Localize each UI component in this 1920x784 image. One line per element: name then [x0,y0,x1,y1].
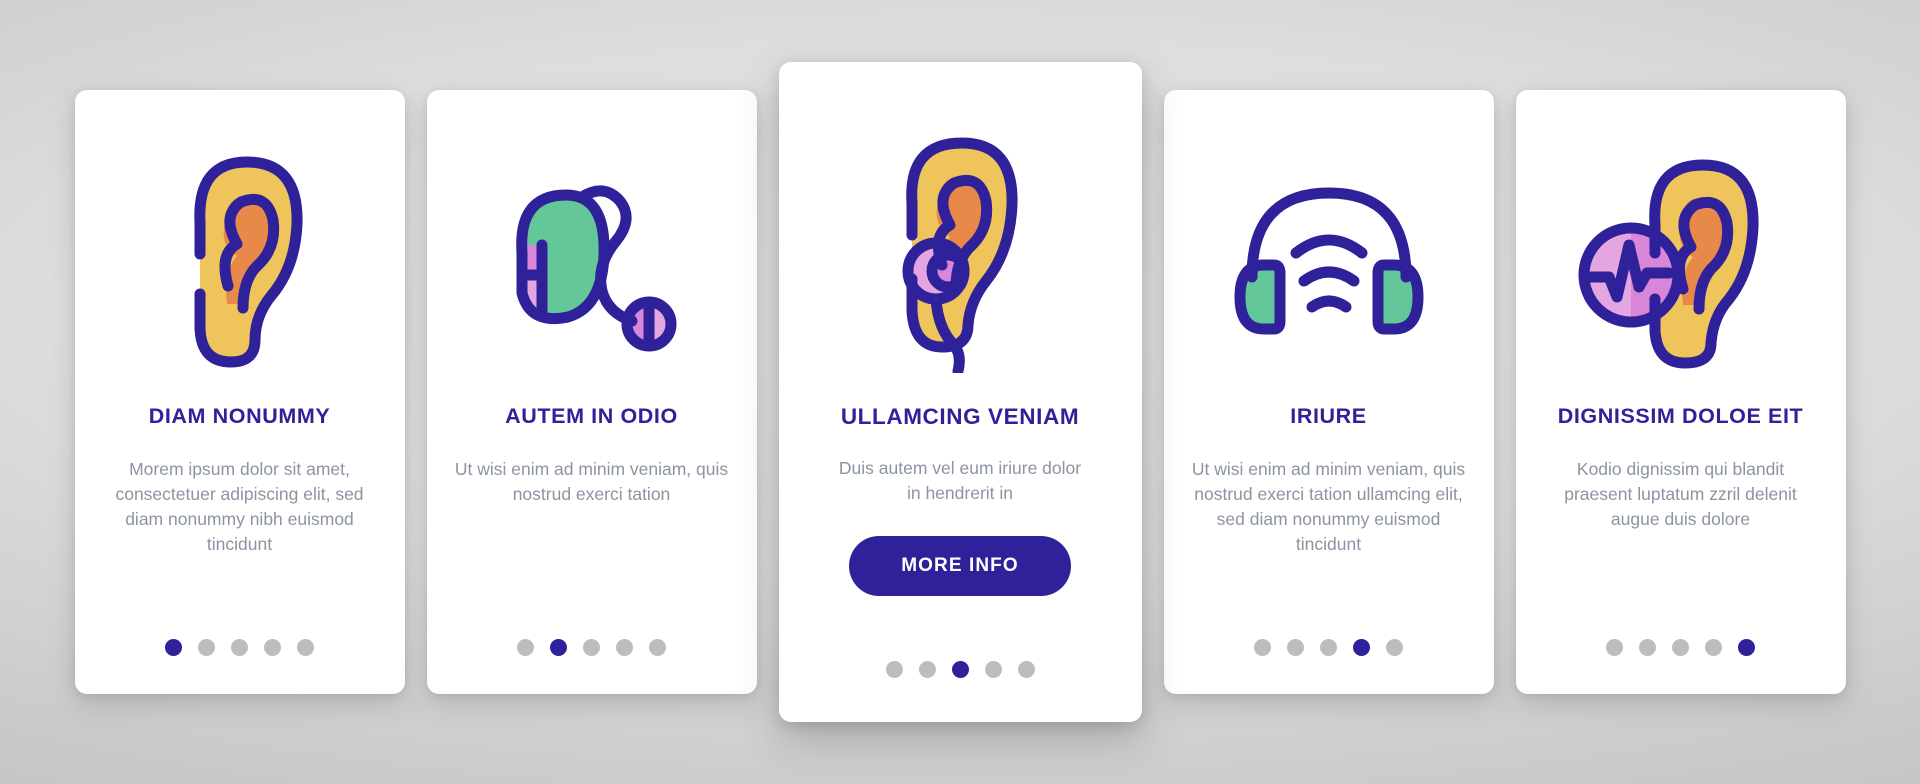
page-dot-4[interactable] [1705,639,1722,656]
page-dot-5[interactable] [1738,639,1755,656]
card-body: Duis autem vel eum iriure dolor in hendr… [838,458,1082,503]
page-dot-4[interactable] [984,661,1002,678]
card-title: ULLAMCING VENIAM [840,404,1080,429]
page-dot-3[interactable] [1672,639,1689,656]
card-body: Kodio dignissim qui blandit praesent lup… [1564,459,1797,529]
page-dot-1[interactable] [1254,639,1271,656]
page-dot-4[interactable] [264,639,281,656]
page-dot-5[interactable] [649,639,666,656]
page-dot-1[interactable] [165,639,182,656]
more-info-button[interactable]: MORE INFO [849,535,1071,596]
ear-icon [101,124,379,394]
ear-with-audiogram-icon [1542,124,1820,394]
card-body: Morem ipsum dolor sit amet, consectetuer… [115,459,364,554]
onboarding-card-5[interactable]: DIGNISSIM DOLOE EIT Kodio dignissim qui … [1515,90,1846,694]
card-title: DIGNISSIM DOLOE EIT [1557,404,1804,428]
card-body: Ut wisi enim ad minim veniam, quis nostr… [454,459,729,504]
page-dots [75,639,405,656]
headphones-sound-waves-icon [1190,124,1468,394]
page-dot-2[interactable] [198,639,215,656]
page-dots [779,661,1142,678]
page-dot-1[interactable] [885,661,903,678]
page-dot-3[interactable] [583,639,600,656]
page-dot-5[interactable] [1017,661,1035,678]
page-dot-2[interactable] [550,639,567,656]
page-dot-5[interactable] [297,639,314,656]
page-dots [1516,639,1846,656]
onboarding-card-3[interactable]: ULLAMCING VENIAM Duis autem vel eum iriu… [778,62,1142,722]
page-dot-2[interactable] [1639,639,1656,656]
onboarding-card-1[interactable]: DIAM NONUMMY Morem ipsum dolor sit amet,… [74,90,405,694]
onboarding-card-carousel: DIAM NONUMMY Morem ipsum dolor sit amet,… [0,0,1920,784]
page-dot-3[interactable] [231,639,248,656]
page-dot-1[interactable] [1606,639,1623,656]
page-dot-4[interactable] [616,639,633,656]
card-title: IRIURE [1290,404,1367,428]
page-dots [1164,639,1494,656]
page-dot-1[interactable] [517,639,534,656]
card-title: DIAM NONUMMY [148,404,331,428]
card-body: Ut wisi enim ad minim veniam, quis nostr… [1191,459,1466,554]
page-dot-3[interactable] [951,661,969,678]
hearing-aid-icon [453,124,731,394]
page-dot-2[interactable] [1287,639,1304,656]
page-dot-5[interactable] [1386,639,1403,656]
page-dot-4[interactable] [1353,639,1370,656]
onboarding-card-2[interactable]: AUTEM IN ODIO Ut wisi enim ad minim veni… [426,90,757,694]
page-dot-2[interactable] [918,661,936,678]
ear-with-in-ear-device-icon [807,102,1114,394]
page-dots [427,639,757,656]
page-dot-3[interactable] [1320,639,1337,656]
card-title: AUTEM IN ODIO [505,404,678,428]
onboarding-card-4[interactable]: IRIURE Ut wisi enim ad minim veniam, qui… [1163,90,1494,694]
